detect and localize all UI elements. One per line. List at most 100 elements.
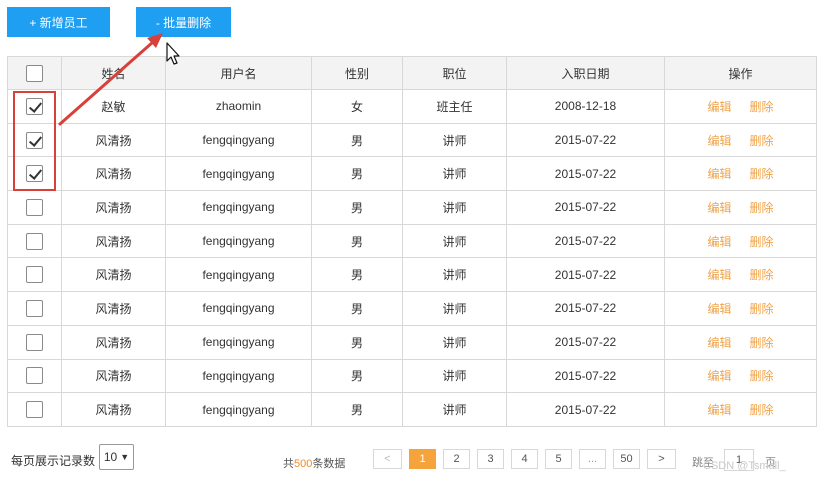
page-button[interactable]: 1 [409,449,436,469]
edit-link[interactable]: 编辑 [707,367,731,384]
cell-actions: 编辑 删除 [664,291,817,326]
row-checkbox[interactable] [26,131,43,149]
cell-actions: 编辑 删除 [664,122,817,158]
delete-link[interactable]: 删除 [750,300,774,317]
table-row: 赵敏 zhaomin 女班主任 2008-12-18 编辑 删除 [7,89,817,124]
select-all-checkbox[interactable] [26,64,43,82]
cell-name: 风清扬 [61,223,166,259]
cell-actions: 编辑 删除 [664,89,817,124]
cell-hire-date: 2015-07-22 [506,392,665,427]
row-checkbox[interactable] [26,333,43,351]
cell-hire-date: 2015-07-22 [506,291,665,326]
cell-username: fengqingyang [165,392,312,427]
cell-position: 讲师 [402,358,507,394]
row-checkbox[interactable] [26,97,43,115]
edit-link[interactable]: 编辑 [707,165,731,182]
row-checkbox[interactable] [26,165,43,183]
cell-gender: 男 [311,324,403,360]
row-checkbox[interactable] [26,198,43,216]
cell-username: fengqingyang [165,223,312,259]
row-select-cell[interactable] [7,89,62,124]
cell-name: 赵敏 [61,89,166,124]
table-row: 风清扬 fengqingyang 男讲师 2015-07-22 编辑 删除 [7,324,817,360]
pagination-footer: 每页展示记录数 10 ▼ 共500条数据 <12345...50> 跳至 页 C… [0,440,824,480]
page-button[interactable]: 2 [443,449,470,469]
cell-position: 讲师 [402,257,507,293]
delete-link[interactable]: 删除 [750,233,774,250]
cell-position: 讲师 [402,122,507,158]
edit-link[interactable]: 编辑 [707,199,731,216]
row-checkbox[interactable] [26,401,43,419]
cell-hire-date: 2015-07-22 [506,257,665,293]
row-select-cell[interactable] [7,122,62,158]
row-select-cell[interactable] [7,223,62,259]
cell-gender: 男 [311,392,403,427]
table-row: 风清扬 fengqingyang 男讲师 2015-07-22 编辑 删除 [7,291,817,326]
row-checkbox[interactable] [26,232,43,250]
delete-link[interactable]: 删除 [750,334,774,351]
row-select-cell[interactable] [7,190,62,225]
delete-link[interactable]: 删除 [750,98,774,115]
select-all-cell[interactable] [7,56,62,90]
edit-link[interactable]: 编辑 [707,233,731,250]
cell-actions: 编辑 删除 [664,257,817,293]
page-button[interactable]: 5 [545,449,572,469]
cell-position: 讲师 [402,156,507,192]
row-select-cell[interactable] [7,257,62,293]
cell-actions: 编辑 删除 [664,190,817,225]
add-employee-button[interactable]: + 新增员工 [7,7,110,37]
cell-username: fengqingyang [165,358,312,394]
row-select-cell[interactable] [7,324,62,360]
table-row: 风清扬 fengqingyang 男讲师 2015-07-22 编辑 删除 [7,190,817,225]
edit-link[interactable]: 编辑 [707,98,731,115]
next-page-button[interactable]: > [647,449,676,469]
edit-link[interactable]: 编辑 [707,300,731,317]
row-select-cell[interactable] [7,156,62,192]
cell-position: 讲师 [402,190,507,225]
edit-link[interactable]: 编辑 [707,266,731,283]
table-row: 风清扬 fengqingyang 男讲师 2015-07-22 编辑 删除 [7,156,817,192]
rows-per-page-select[interactable]: 10 ▼ [99,444,134,470]
delete-link[interactable]: 删除 [750,199,774,216]
edit-link[interactable]: 编辑 [707,132,731,149]
cell-username: fengqingyang [165,156,312,192]
page-button[interactable]: 3 [477,449,504,469]
row-select-cell[interactable] [7,392,62,427]
cell-name: 风清扬 [61,291,166,326]
cell-hire-date: 2015-07-22 [506,122,665,158]
delete-link[interactable]: 删除 [750,165,774,182]
cell-gender: 男 [311,190,403,225]
column-header-username: 用户名 [165,56,312,90]
row-checkbox[interactable] [26,266,43,284]
delete-link[interactable]: 删除 [750,266,774,283]
table-row: 风清扬 fengqingyang 男讲师 2015-07-22 编辑 删除 [7,392,817,427]
edit-link[interactable]: 编辑 [707,334,731,351]
edit-link[interactable]: 编辑 [707,401,731,418]
chevron-down-icon: ▼ [120,452,130,462]
row-checkbox[interactable] [26,367,43,385]
delete-link[interactable]: 删除 [750,132,774,149]
row-checkbox[interactable] [26,299,43,317]
cell-username: fengqingyang [165,291,312,326]
table-header-row: 姓名 用户名 性别 职位 入职日期 操作 [7,56,817,90]
table-row: 风清扬 fengqingyang 男讲师 2015-07-22 编辑 删除 [7,122,817,158]
cell-name: 风清扬 [61,156,166,192]
cell-hire-date: 2015-07-22 [506,156,665,192]
cell-gender: 男 [311,358,403,394]
cell-hire-date: 2015-07-22 [506,223,665,259]
row-select-cell[interactable] [7,291,62,326]
cell-hire-date: 2015-07-22 [506,190,665,225]
page-button[interactable]: 4 [511,449,538,469]
cell-position: 讲师 [402,324,507,360]
prev-page-button[interactable]: < [373,449,402,469]
page-button[interactable]: 50 [613,449,640,469]
delete-link[interactable]: 删除 [750,367,774,384]
delete-link[interactable]: 删除 [750,401,774,418]
row-select-cell[interactable] [7,358,62,394]
employee-table: 姓名 用户名 性别 职位 入职日期 操作 赵敏 zhaomin 女班主任 2008-1… [7,56,817,427]
page-ellipsis: ... [579,449,606,469]
batch-delete-button[interactable]: - 批量删除 [136,7,231,37]
cell-name: 风清扬 [61,122,166,158]
cell-name: 风清扬 [61,358,166,394]
table-row: 风清扬 fengqingyang 男讲师 2015-07-22 编辑 删除 [7,223,817,259]
